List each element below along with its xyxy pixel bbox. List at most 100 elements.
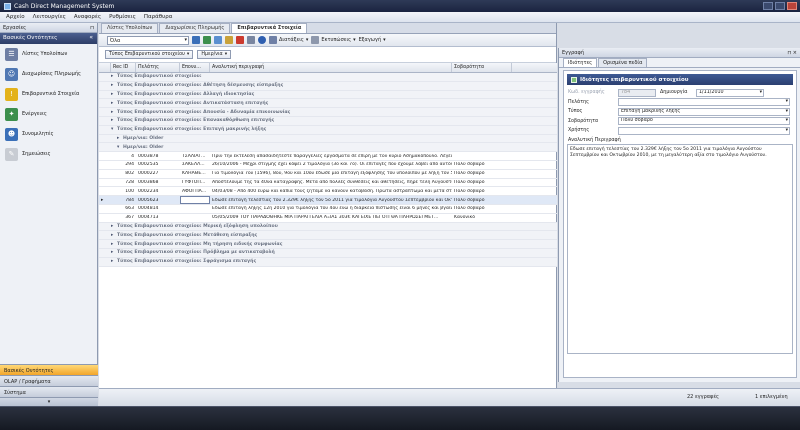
group-chip-type[interactable]: Τύπος Επιβαρυντικού στοιχείου ▾ [105,50,194,59]
table-row[interactable]: 367 0004713 05/05/2009 ΤΟΥ ΠΑΡΑΔΟΘΗΚΕ ΜΙΑ … [99,214,557,223]
group-row[interactable]: ▸ Τύπος Επιβαρυντικού στοιχείου: [99,73,557,82]
table-row[interactable]: 294 0002535 ΣΑΚΕΛΛ... 26/10/2006 - Μέχρι στ… [99,161,557,170]
user-field[interactable]: ▾ [618,126,790,135]
layouts-button[interactable]: Διατάξεις ▾ [269,36,308,44]
cell-client: 0004814 [138,206,159,212]
group-row-label: Τύπος Επιβαρυντικού στοιχείου: [117,74,202,80]
chevron-down-icon: ▾ [224,52,228,57]
column-severity[interactable]: Σοβαρότητα [452,63,512,72]
sidebar-item[interactable]: ✎ Σημειώσεις [0,144,97,164]
table-row[interactable]: 100 0002234 ΑΦΟΙ ΠΑ... 04/03/08 - Από 400 ε… [99,187,557,197]
pin-close-icon[interactable]: ⊓ × [787,50,797,56]
collapse-icon[interactable]: « [89,34,93,41]
delete-icon[interactable] [236,36,244,44]
tab-payment-splits[interactable]: Διαχωρίσεις Πληρωμής [159,23,231,33]
actions-icon: ✦ [5,107,18,121]
close-button[interactable] [787,2,797,10]
column-description[interactable]: Αναλυτική περιγραφή [210,63,452,72]
sidebar-tab-system[interactable]: Σύστημα [0,386,98,397]
pin-icon[interactable]: ⊓ [90,25,94,31]
properties-title-bar: Ιδιότητες επιβαρυντικού στοιχείου [567,74,793,85]
cell-severity: Πολύ σοβαρό [454,179,485,185]
type-field[interactable]: Επιταγή μακρινής λήξης ▾ [618,107,790,116]
sidebar-tab-basic-entities[interactable]: Βασικές Οντότητες [0,364,98,375]
group-row[interactable]: ▸ Τύπος Επιβαρυντικού στοιχείου: Σφράγισμ… [99,257,557,267]
table-row[interactable]: ▸ 784 0005623 Εδωσε επιταγή τελεστίας του 2… [99,196,557,205]
group-row-label: Τύπος Επιβαρυντικού στοιχείου: Αλλαγή ιδ… [117,91,255,97]
group-row-label: Τύπος Επιβαρυντικού στοιχείου: Αντικατάσ… [117,100,269,106]
group-row[interactable]: ▾ Τύπος Επιβαρυντικού στοιχείου: Επιταγή … [99,125,557,135]
print-button[interactable]: Εκτυπώσεις ▾ [311,36,356,44]
group-row[interactable]: ▸ Τύπος Επιβαρυντικού στοιχείου: Επανακαθ… [99,116,557,126]
table-row[interactable]: 728 0003868 ΓΥΦΤΟΠ... Αποστέλουμε της τα 40… [99,179,557,188]
sidebar-overflow-button[interactable]: ▾ [0,397,98,406]
group-row[interactable]: ▸ Τύπος Επιβαρυντικού στοιχείου: Μετάθεση… [99,231,557,241]
code-field: 784 [618,88,656,97]
table-row[interactable]: 4 0003878 ΤΣΑΛΙΑΓ... Πριν την εκτέλεση απασ… [99,152,557,161]
printer-icon [311,36,320,44]
cell-description: 05/05/2009 ΤΟΥ ΠΑΡΑΔΟΘΗΚΕ ΜΙΑ ΠΑΡΑΓΓΕΛΙΑ… [212,215,439,221]
sidebar-item[interactable]: ☺ Διαχωρίσεις Πληρωμής [0,64,97,84]
group-row[interactable]: ▸ Τύπος Επιβαρυντικού στοιχείου: Μερική ε… [99,222,557,232]
menu-reports[interactable]: Αναφορές [74,14,101,20]
menu-file[interactable]: Αρχείο [6,14,25,20]
group-chip-date[interactable]: Ημερ/νια ▾ [197,50,232,59]
group-row[interactable]: ▸ Τύπος Επιβαρυντικού στοιχείου: Πρόβλημα… [99,248,557,258]
filter-icon[interactable] [247,36,255,44]
table-row[interactable]: 802 0000227 ΚΛΗΑΘΕ... Για τιμολόγια 7ου (15… [99,170,557,179]
details-header: Εγγραφή ⊓ × [559,48,800,58]
column-client[interactable]: Πελάτης [136,63,180,72]
group-row[interactable]: ▾ Ημερ/νια: Older [99,143,557,153]
sidebar-item[interactable]: ✦ Ενέργειες [0,104,97,124]
cell-description: Για τιμολόγια 7ου (1596), 8ου, 9ου και 1… [212,171,452,177]
export-label: Εξαγωγή [358,37,382,43]
save-icon[interactable] [192,36,200,44]
severity-field[interactable]: Πολύ σοβαρό ▾ [618,117,790,126]
maximize-button[interactable] [775,2,785,10]
sidebar-tab-olap[interactable]: OLAP / Γραφήματα [0,375,98,386]
group-row-label: Τύπος Επιβαρυντικού στοιχείου: Σφράγισμα… [117,259,257,265]
menu-functions[interactable]: Λειτουργίες [33,14,66,20]
tab-aggravating-items[interactable]: Επιβαρυντικά Στοιχεία [231,23,308,33]
cell-rec-id: 663 [125,206,134,212]
menu-windows[interactable]: Παράθυρα [144,14,173,20]
group-row[interactable]: ▸ Τύπος Επιβαρυντικού στοιχείου: Απουσία … [99,108,557,117]
chevron-down-icon: ▾ [785,108,788,114]
group-row[interactable]: ▸ Τύπος Επιβαρυντικού στοιχείου: Αντικατά… [99,99,557,109]
group-row[interactable]: ▸ Τύπος Επιβαρυντικού στοιχείου: Αλλαγή ι… [99,90,557,100]
selected-count: 1 επιλεγμένη [755,394,788,400]
edit-icon[interactable] [225,36,233,44]
group-row[interactable]: ▸ Τύπος Επιβαρυντικού στοιχείου: Μη τήρησ… [99,240,557,249]
new-record-icon[interactable] [214,36,222,44]
group-row-label: Ημερ/νια: Older [123,135,164,141]
created-date-field[interactable]: 1/11/2010 ▾ [696,88,764,97]
sidebar-item[interactable]: ☰ Λίστες Υπολοίπων [0,44,97,64]
menu-settings[interactable]: Ρυθμίσεις [109,14,136,20]
cell-surname: ΚΛΗΑΘΕ... [182,171,206,177]
tab-properties[interactable]: Ιδιότητες [563,58,598,67]
column-rec-id[interactable]: Rec ID [111,63,136,72]
people-icon: ☺ [5,67,18,81]
table-row[interactable]: 663 0004814 Εδωσε επιταγή λήξης 12η 2010 γ… [99,205,557,214]
cell-rec-id: 728 [125,179,134,185]
cell-description: Εδωσε επιταγή τελεστίας του 2.329€ λήξης… [212,197,452,203]
print-label: Εκτυπώσεις [321,37,352,43]
info-icon[interactable] [258,36,266,44]
column-surname[interactable]: Επονυ... [180,63,210,72]
cell-client: 0003878 [138,153,159,159]
group-chip-date-label: Ημερ/νια [201,52,223,57]
refresh-icon[interactable] [203,36,211,44]
description-textarea[interactable]: Εδωσε επιταγή τελεστίας του 2.329€ λήξης… [567,143,793,354]
row-type: Τύπος Επιταγή μακρινής λήξης ▾ [564,107,796,117]
client-field[interactable]: ▾ [618,98,790,107]
tab-custom-fields[interactable]: Ορισμένα πεδία [598,58,648,67]
sidebar-item[interactable]: ! Επιβαρυντικά Στοιχεία [0,84,97,104]
export-button[interactable]: Εξαγωγή ▾ [359,37,386,43]
group-row[interactable]: ▸ Τύπος Επιβαρυντικού στοιχείου: Αθέτηση … [99,81,557,91]
filter-combo[interactable]: Όλα ▾ [107,35,189,45]
minimize-button[interactable] [763,2,773,10]
group-row[interactable]: ▸ Ημερ/νια: Older [99,134,557,144]
tab-balance-lists[interactable]: Λίστες Υπολοίπων [101,23,159,33]
sidebar-item[interactable]: ☻ Συνομιλητές [0,124,97,144]
sidebar-group-header[interactable]: Βασικές Οντότητες « [0,33,97,44]
